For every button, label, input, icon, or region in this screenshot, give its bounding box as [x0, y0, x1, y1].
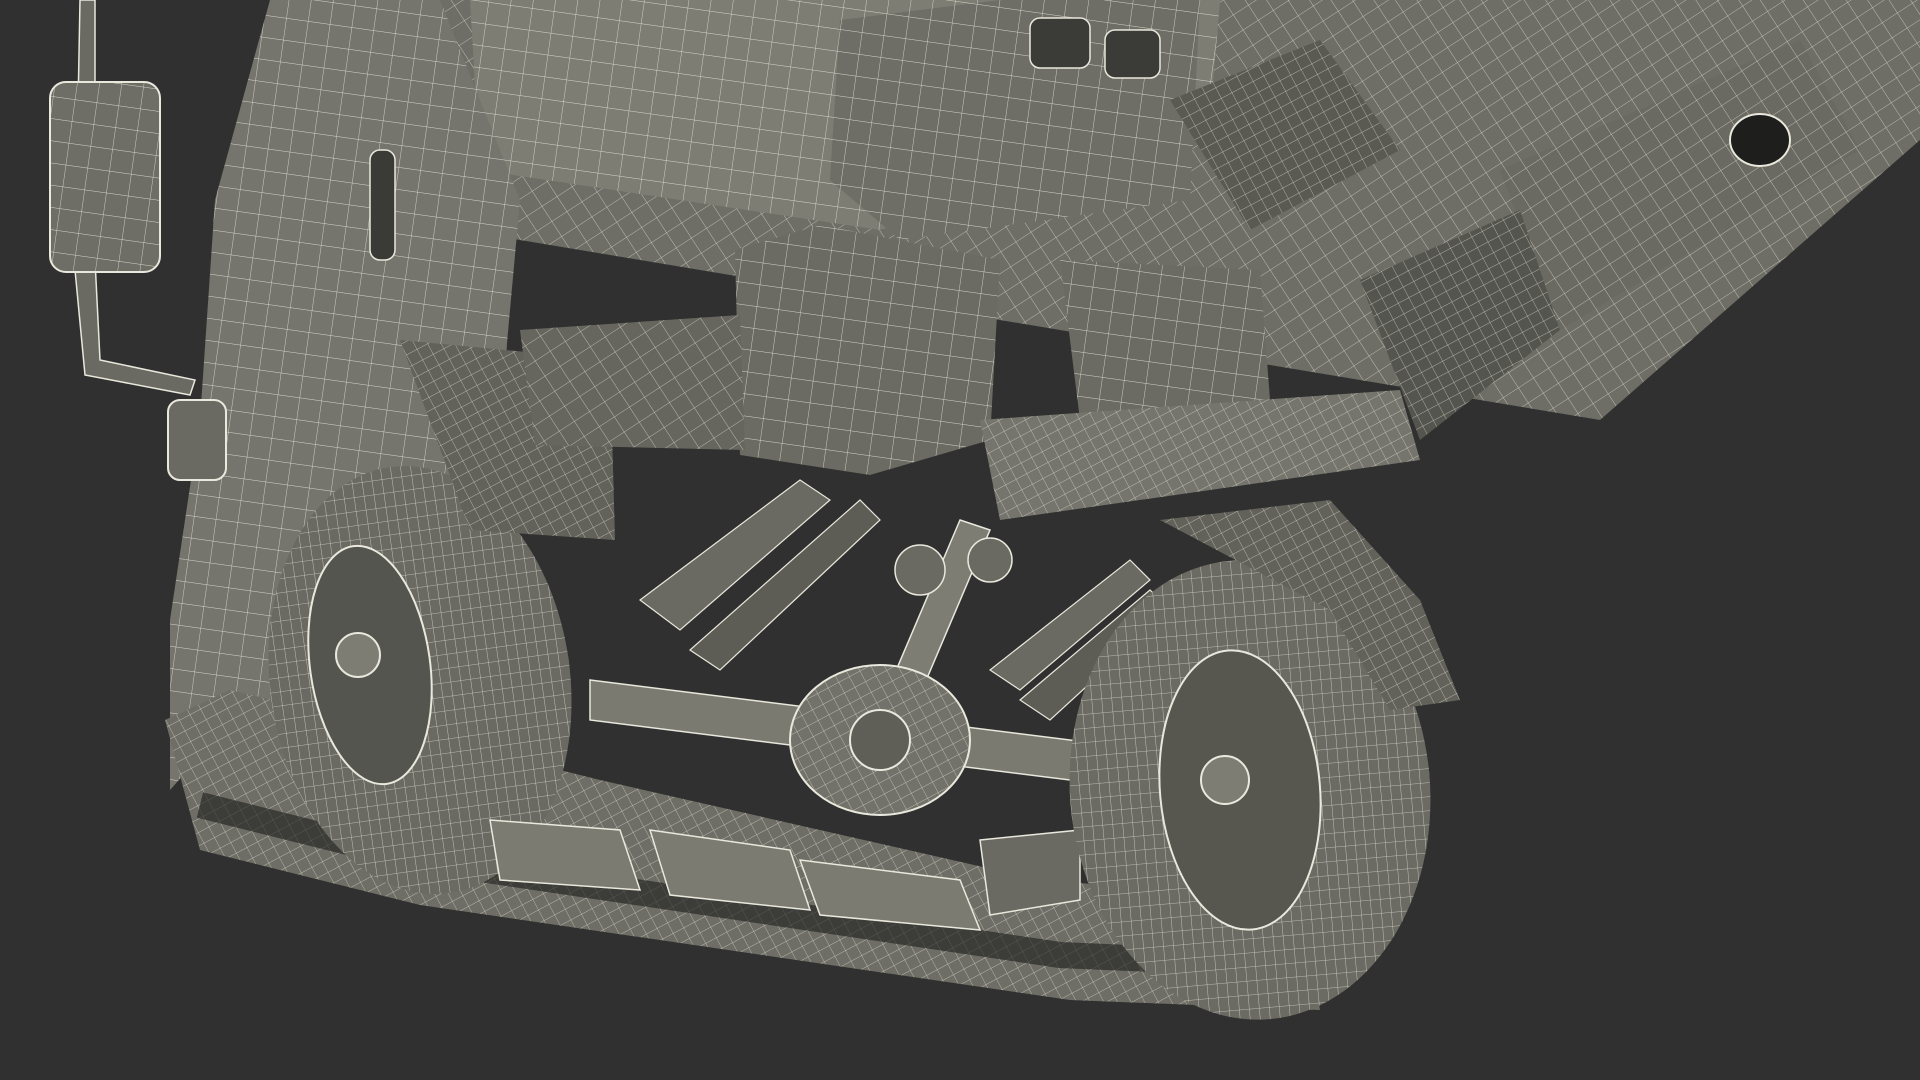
- wireframe-render: [49, 0, 1920, 1020]
- fuel-tank: [520, 225, 1000, 475]
- side-mirror: [49, 0, 227, 481]
- render-viewport: [0, 0, 1920, 1080]
- leaf-spring-left: [639, 479, 881, 671]
- cross-member: [980, 390, 1420, 520]
- battery-box: [830, 0, 1200, 240]
